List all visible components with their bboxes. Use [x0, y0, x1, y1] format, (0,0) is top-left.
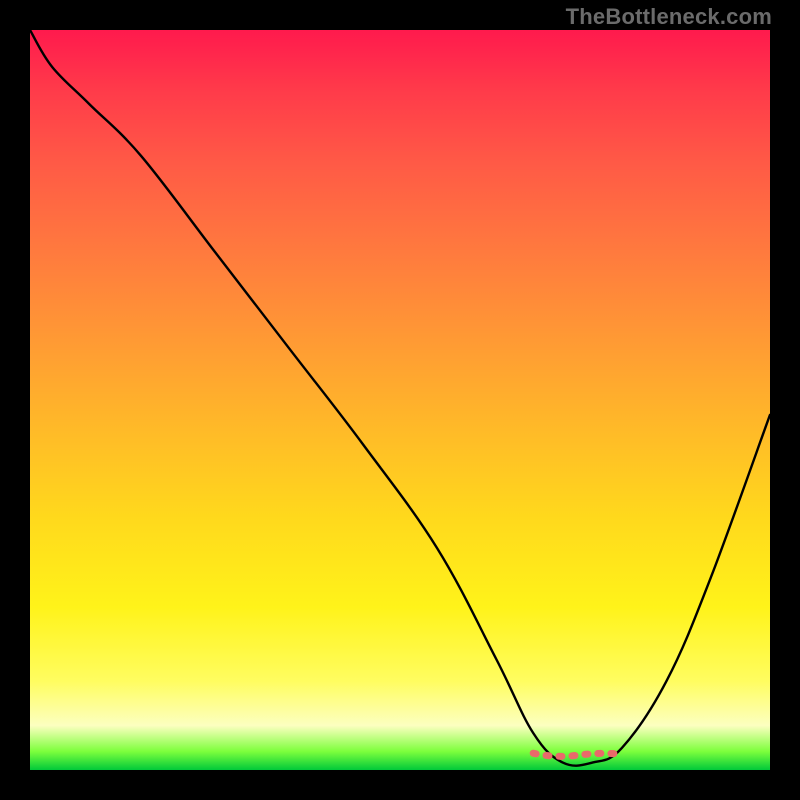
watermark-label: TheBottleneck.com: [566, 4, 772, 30]
valley-marker: [533, 753, 622, 756]
gradient-plot-area: [30, 30, 770, 770]
chart-frame: TheBottleneck.com: [0, 0, 800, 800]
bottleneck-curve: [30, 30, 770, 766]
curve-layer: [30, 30, 770, 770]
